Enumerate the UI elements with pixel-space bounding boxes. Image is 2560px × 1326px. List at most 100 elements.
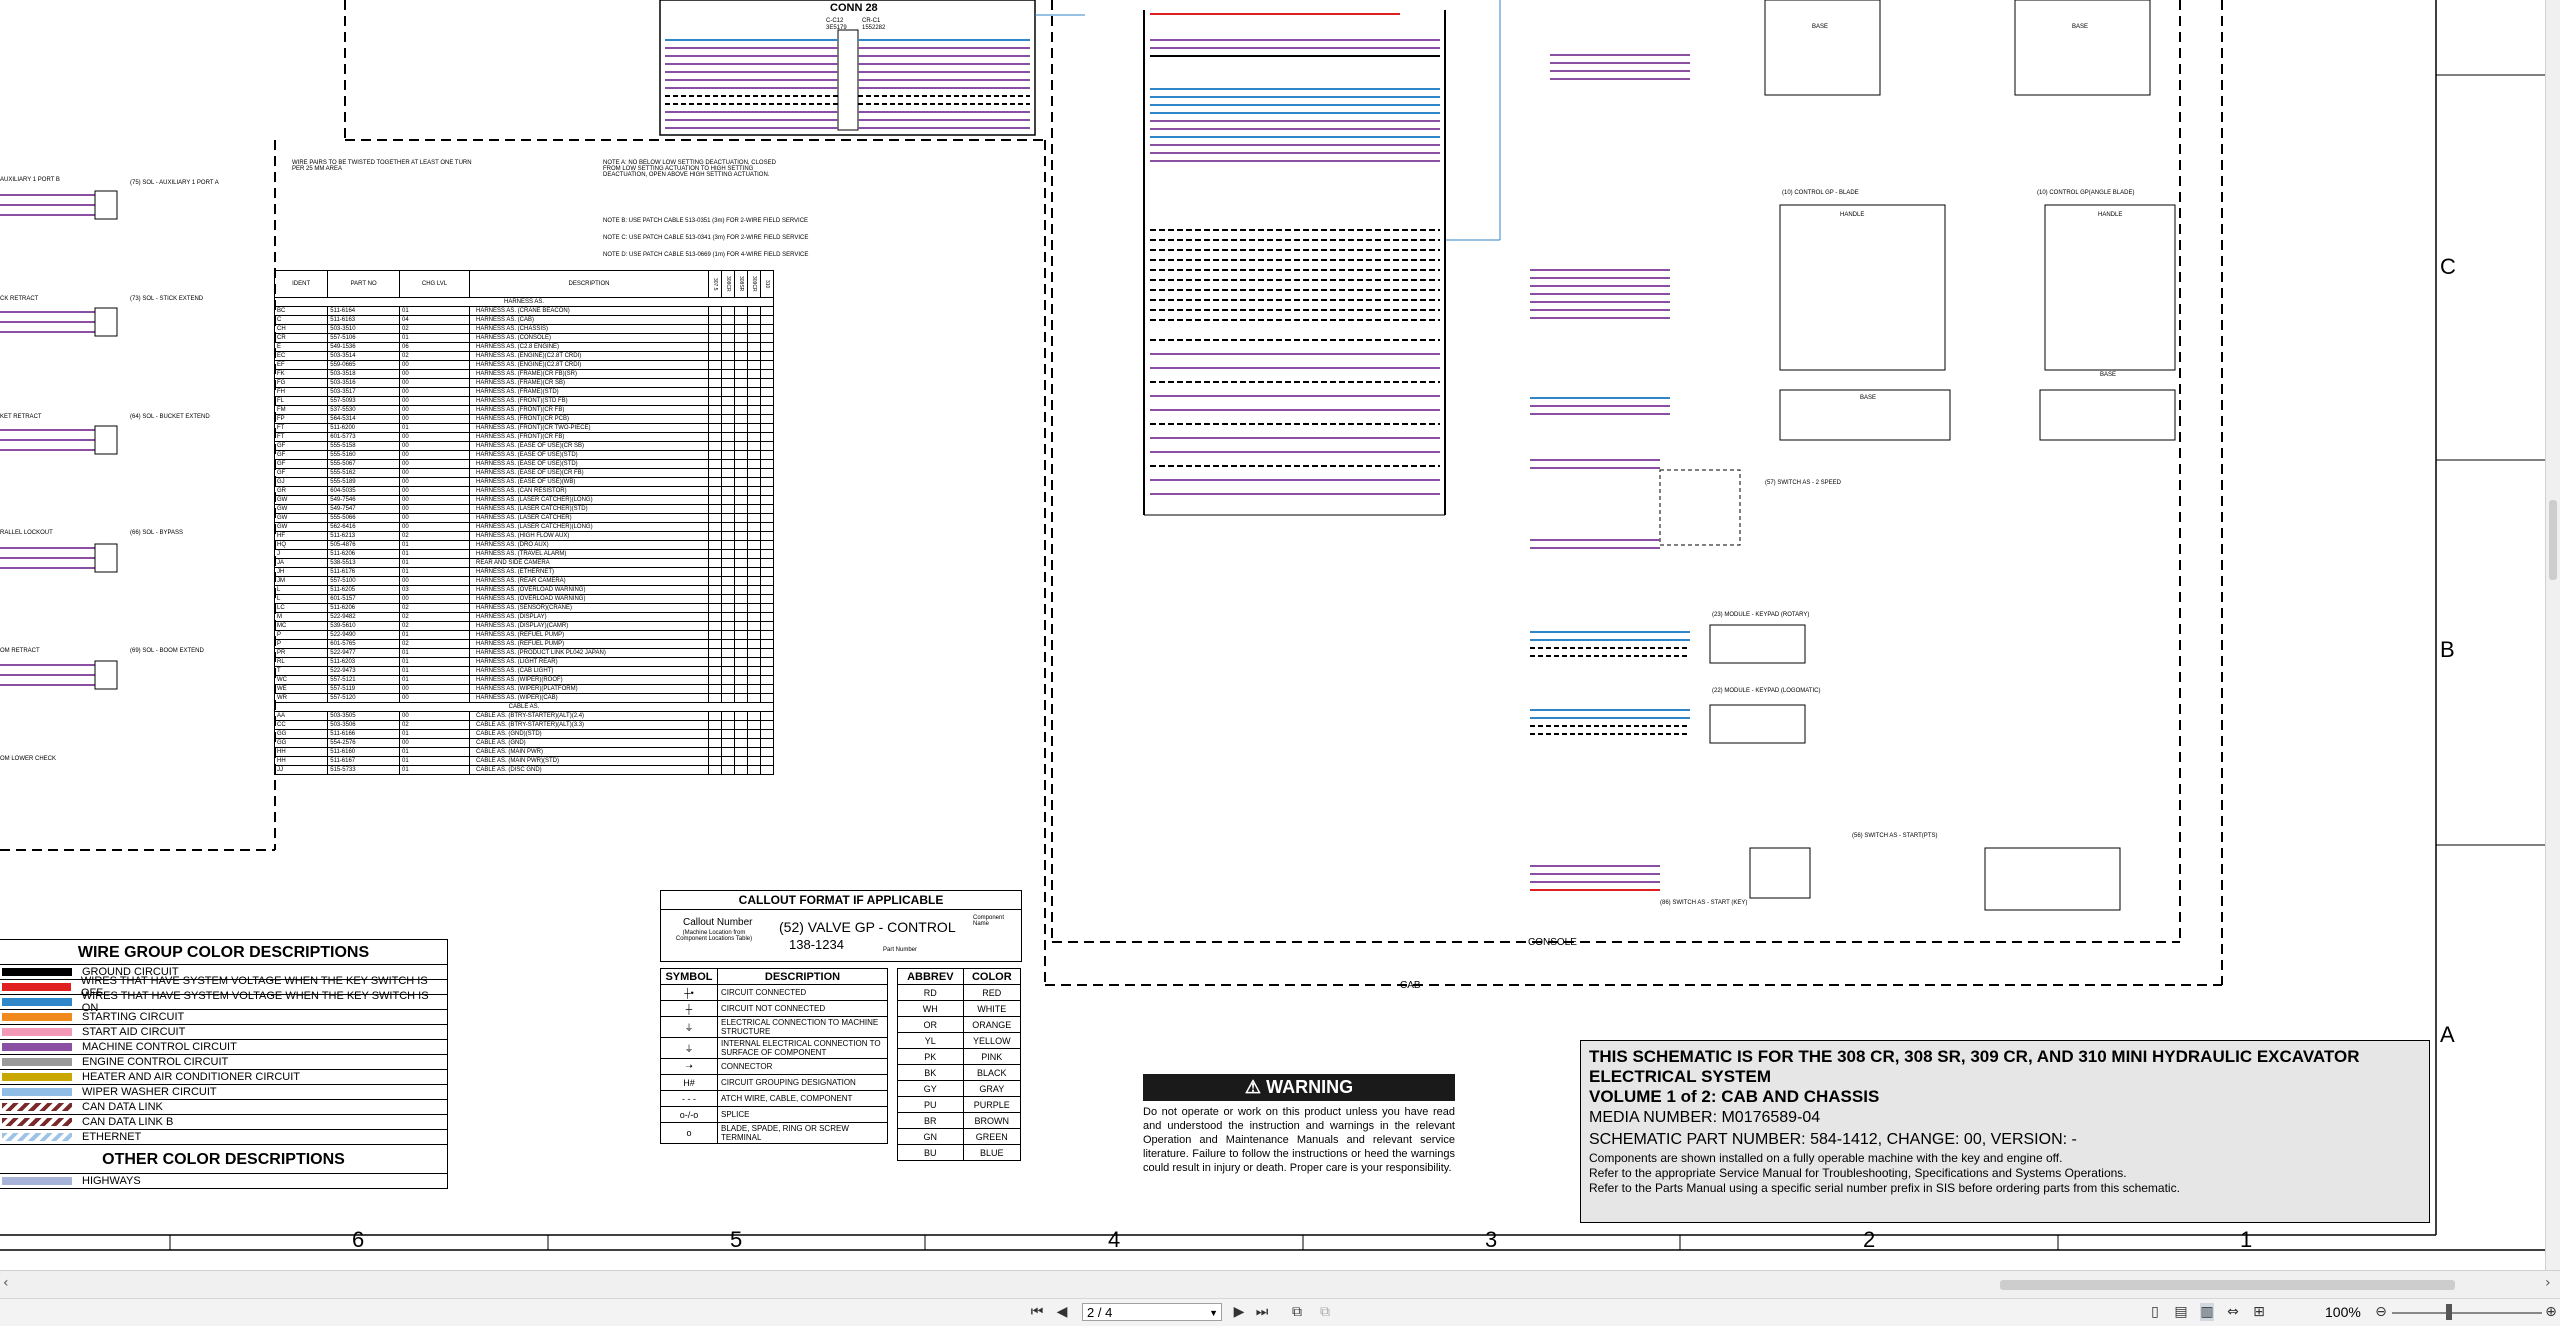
- solenoid-connector: [94, 660, 118, 690]
- table-cell: L: [273, 585, 329, 595]
- vertical-scrollbar[interactable]: [2545, 0, 2560, 1270]
- label-aux-port-b: AUXILIARY 1 PORT B: [0, 177, 60, 183]
- abbrev-cell: BLACK: [962, 1064, 1022, 1081]
- applicability-cell: [721, 504, 735, 514]
- applicability-cell: [721, 342, 735, 352]
- table-cell: WC: [273, 675, 329, 685]
- applicability-cell: [747, 657, 761, 667]
- last-page-icon[interactable]: ⏭: [1255, 1303, 1269, 1321]
- page-export-icon[interactable]: ⧉: [1290, 1303, 1304, 1321]
- table-row: FT 601-5773 00 HARNESS AS. (FRONT)(CR FB): [273, 432, 774, 442]
- abbrev-cell: BLUE: [962, 1144, 1022, 1161]
- table-cell: 557-5119: [327, 684, 401, 694]
- title-line-5: SCHEMATIC PART NUMBER: 584-1412, CHANGE:…: [1589, 1131, 2077, 1148]
- scroll-left-icon[interactable]: ‹: [3, 1275, 9, 1291]
- applicability-cell: [721, 486, 735, 496]
- fit-page-icon[interactable]: ⊞: [2252, 1303, 2266, 1321]
- applicability-cell: [760, 576, 774, 586]
- applicability-cell: [734, 441, 748, 451]
- zoom-out-icon[interactable]: ⊖: [2374, 1303, 2388, 1321]
- label-base-4: BASE: [2100, 372, 2117, 378]
- applicability-cell: [760, 432, 774, 442]
- table-cell: 00: [399, 405, 470, 415]
- first-page-icon[interactable]: ⏮: [1030, 1303, 1044, 1321]
- horizontal-scrollbar[interactable]: ‹ ›: [0, 1270, 2560, 1298]
- applicability-cell: [708, 675, 722, 685]
- applicability-cell: [747, 459, 761, 469]
- applicability-cell: [708, 630, 722, 640]
- applicability-cell: [721, 675, 735, 685]
- table-cell: 503-3505: [327, 711, 401, 721]
- label-switch-start-pts: (56) SWITCH AS - START(PTS): [1852, 833, 1938, 839]
- applicability-cell: [760, 567, 774, 577]
- applicability-cell: [760, 666, 774, 676]
- chevron-down-icon[interactable]: ▼: [1209, 1304, 1218, 1322]
- table-cell: 01: [399, 675, 470, 685]
- page-number-input[interactable]: 2 / 4 ▼: [1082, 1303, 1222, 1321]
- applicability-cell: [721, 333, 735, 343]
- table-cell: JM: [273, 576, 329, 586]
- abbrev-cell: PINK: [962, 1048, 1022, 1065]
- note-b: NOTE B: USE PATCH CABLE 513-0351 (3m) FO…: [603, 218, 809, 224]
- wire-color-swatch: [2, 1028, 72, 1036]
- table-cell: JJ: [273, 765, 329, 775]
- applicability-cell: [721, 648, 735, 658]
- table-cell: CABLE AS. (MAIN PWR)(STD): [469, 756, 709, 766]
- table-cell: HARNESS AS. (WIPER)(CAB): [469, 693, 709, 703]
- applicability-cell: [760, 630, 774, 640]
- table-cell: HARNESS AS. (C2.8 ENGINE): [469, 342, 709, 352]
- applicability-cell: [747, 486, 761, 496]
- zone-row-b: B: [2440, 637, 2455, 662]
- applicability-cell: [708, 576, 722, 586]
- page-copy-icon[interactable]: ⧉: [1318, 1303, 1332, 1321]
- table-cell: 03: [399, 585, 470, 595]
- applicability-cell: [708, 693, 722, 703]
- table-row: M 522-9482 02 HARNESS AS. (DISPLAY): [273, 612, 774, 622]
- vertical-scroll-thumb[interactable]: [2549, 500, 2557, 580]
- wire-color-swatch: [2, 968, 72, 976]
- abbrev-cell: RED: [962, 984, 1022, 1001]
- table-cell: 01: [399, 558, 470, 568]
- applicability-cell: [721, 576, 735, 586]
- callout-note: (Machine Location from Component Locatio…: [675, 930, 753, 942]
- table-row: JM 557-5100 00 HARNESS AS. (REAR CAMERA): [273, 576, 774, 586]
- horizontal-scroll-thumb[interactable]: [2000, 1280, 2455, 1290]
- label-bypass: (66) SOL - BYPASS: [130, 530, 184, 536]
- table-cell: 00: [399, 693, 470, 703]
- single-page-view-icon[interactable]: ▯: [2148, 1303, 2162, 1321]
- scroll-right-icon[interactable]: ›: [2545, 1275, 2551, 1291]
- table-cell: HARNESS AS. (DRO AUX): [469, 540, 709, 550]
- applicability-cell: [760, 423, 774, 433]
- table-cell: BC: [273, 306, 329, 316]
- applicability-cell: [760, 333, 774, 343]
- applicability-cell: [760, 549, 774, 559]
- applicability-cell: [760, 540, 774, 550]
- previous-page-icon[interactable]: ◀: [1055, 1303, 1069, 1321]
- continuous-view-icon[interactable]: ▤: [2174, 1303, 2188, 1321]
- fit-width-icon[interactable]: ⇔: [2226, 1303, 2240, 1321]
- zoom-slider[interactable]: [2392, 1312, 2542, 1314]
- solenoid-connector: [94, 543, 118, 573]
- table-cell: GW: [273, 495, 329, 505]
- applicability-cell: [734, 540, 748, 550]
- applicability-cell: [747, 738, 761, 748]
- table-cell: 00: [399, 486, 470, 496]
- zoom-in-icon[interactable]: ⊕: [2544, 1303, 2558, 1321]
- table-cell: MC: [273, 621, 329, 631]
- zoom-slider-handle[interactable]: [2446, 1304, 2452, 1320]
- wire-color-row: MACHINE CONTROL CIRCUIT: [0, 1039, 447, 1054]
- applicability-cell: [747, 396, 761, 406]
- two-page-view-icon[interactable]: ▥: [2200, 1303, 2214, 1321]
- table-cell: FT: [273, 423, 329, 433]
- applicability-cell: [708, 558, 722, 568]
- table-cell: HARNESS AS. (CAB): [469, 315, 709, 325]
- next-page-icon[interactable]: ▶: [1232, 1303, 1246, 1321]
- table-cell: HARNESS AS. (CONSOLE): [469, 333, 709, 343]
- table-row: J 511-6206 01 HARNESS AS. (TRAVEL ALARM): [273, 549, 774, 559]
- warning-title: WARNING: [1266, 1077, 1354, 1097]
- abbrev-cell: GREEN: [962, 1128, 1022, 1145]
- title-line-8: Refer to the Parts Manual using a specif…: [1589, 1181, 2180, 1195]
- abbrev-cell: BR: [897, 1112, 964, 1129]
- applicability-cell: [708, 711, 722, 721]
- document-viewport[interactable]: CONN 28 C-C12 3E5179 CR-C1 1552282 WIRE …: [0, 0, 2545, 1270]
